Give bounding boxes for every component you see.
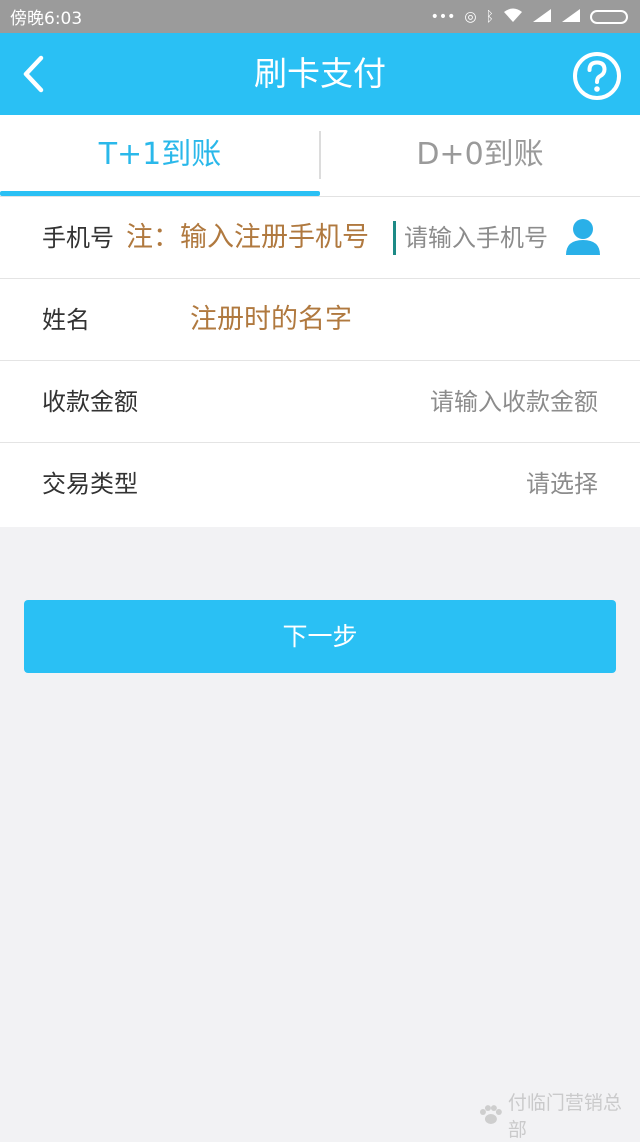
tab-bar: T+1到账 D+0到账: [0, 115, 640, 197]
name-row[interactable]: 姓名 注册时的名字: [0, 279, 640, 361]
phone-hint: 注：输入注册手机号: [126, 222, 369, 253]
watermark-text: 付临门营销总部: [507, 1092, 622, 1141]
status-time: 傍晚6:03: [10, 9, 83, 29]
name-label: 姓名: [42, 306, 90, 334]
tab-t-plus-1[interactable]: T+1到账: [0, 115, 320, 197]
contact-person-icon[interactable]: [564, 217, 602, 257]
help-button[interactable]: [571, 50, 623, 102]
chevron-left-icon: [23, 55, 44, 93]
status-bar: 傍晚6:03 ••• ◎ ᛒ: [0, 0, 640, 33]
wifi-icon: [503, 8, 523, 26]
phone-input[interactable]: 请输入手机号: [404, 197, 548, 279]
nav-bar: 刷卡支付: [0, 33, 640, 115]
type-label: 交易类型: [42, 470, 138, 498]
paw-icon: [479, 1105, 502, 1124]
type-row[interactable]: 交易类型 请选择: [0, 443, 640, 525]
payment-form: 手机号 注：输入注册手机号 请输入手机号 姓名 注册时的名字 收款金额 请输入收…: [0, 197, 640, 527]
text-cursor: [393, 221, 396, 255]
battery-icon: [590, 9, 628, 24]
phone-row[interactable]: 手机号 注：输入注册手机号 请输入手机号: [0, 197, 640, 279]
signal-icon-2: [561, 8, 581, 26]
watermark: 付临门营销总部: [478, 1088, 640, 1142]
question-circle-icon: [573, 52, 621, 100]
more-dots-icon: •••: [430, 8, 456, 25]
bluetooth-icon: ᛒ: [485, 8, 494, 25]
type-select[interactable]: 请选择: [526, 443, 598, 525]
phone-label: 手机号: [42, 224, 114, 252]
amount-label: 收款金额: [42, 388, 138, 416]
tab-d-plus-0[interactable]: D+0到账: [320, 115, 640, 197]
sync-icon: ◎: [464, 8, 477, 25]
name-hint: 注册时的名字: [190, 304, 352, 335]
tab-selected-indicator: [0, 191, 320, 196]
status-icons: ••• ◎ ᛒ: [431, 8, 628, 26]
amount-input[interactable]: 请输入收款金额: [430, 361, 598, 443]
signal-icon: [532, 8, 552, 26]
amount-row[interactable]: 收款金额 请输入收款金额: [0, 361, 640, 443]
back-button[interactable]: [10, 49, 56, 99]
next-button[interactable]: 下一步: [24, 600, 616, 673]
page-title: 刷卡支付: [254, 54, 386, 93]
